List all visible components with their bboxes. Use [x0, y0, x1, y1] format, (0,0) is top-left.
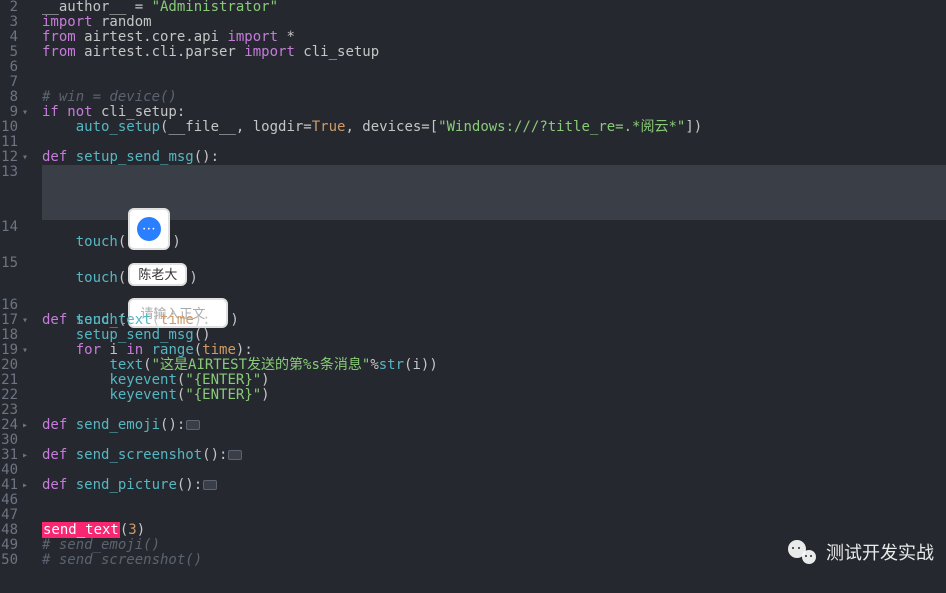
line-num: 8	[0, 90, 18, 105]
code-line[interactable]: __author__ = "Administrator"	[42, 0, 946, 15]
code-line[interactable]: def send_screenshot():	[42, 448, 946, 463]
code-line[interactable]	[42, 135, 946, 150]
code-content[interactable]: __author__ = "Administrator" import rand…	[28, 0, 946, 593]
fold-marker-icon[interactable]: ▾	[22, 150, 28, 165]
line-num: 13	[0, 165, 18, 220]
code-line[interactable]	[42, 493, 946, 508]
fold-marker-icon[interactable]: ▸	[22, 418, 28, 433]
code-line[interactable]: def send_picture():	[42, 478, 946, 493]
watermark: 测试开发实战	[786, 536, 934, 568]
code-line[interactable]: from airtest.core.api import *	[42, 30, 946, 45]
line-num: 6	[0, 60, 18, 75]
code-editor: 2 3 4 5 6 7 8 9▾ 10 11 12▾ 13 14 15 16 1…	[0, 0, 946, 593]
line-num[interactable]: 9▾	[0, 105, 18, 120]
code-line[interactable]: text("这是AIRTEST发送的第%s条消息"%str(i))	[42, 358, 946, 373]
fold-marker-icon[interactable]: ▾	[22, 105, 28, 120]
line-num: 23	[0, 403, 18, 418]
code-line[interactable]: if not cli_setup:	[42, 105, 946, 120]
fold-indicator-icon[interactable]	[228, 450, 242, 460]
code-line[interactable]	[42, 60, 946, 75]
fold-indicator-icon[interactable]	[186, 420, 200, 430]
fold-marker-icon[interactable]: ▸	[22, 478, 28, 493]
code-line[interactable]: def send_text(time):	[42, 313, 946, 328]
code-line[interactable]: for i in range(time):	[42, 343, 946, 358]
line-num[interactable]: 12▾	[0, 150, 18, 165]
line-num: 22	[0, 388, 18, 403]
code-line[interactable]: from airtest.cli.parser import cli_setup	[42, 45, 946, 60]
line-num[interactable]: 19▾	[0, 343, 18, 358]
line-num: 2	[0, 0, 18, 15]
code-line[interactable]	[42, 463, 946, 478]
code-line[interactable]	[42, 75, 946, 90]
code-line[interactable]: touch(陈老大)	[42, 220, 946, 256]
line-num: 7	[0, 75, 18, 90]
code-line[interactable]: keyevent("{ENTER}")	[42, 388, 946, 403]
line-num: 16	[0, 298, 18, 313]
code-line[interactable]	[42, 508, 946, 523]
line-num: 3	[0, 15, 18, 30]
wechat-icon	[786, 536, 818, 568]
code-line[interactable]: setup_send_msg()	[42, 328, 946, 343]
line-num: 48	[0, 523, 18, 538]
line-num: 40	[0, 463, 18, 478]
fold-marker-icon[interactable]: ▸	[22, 448, 28, 463]
code-line[interactable]: # win = device()	[42, 90, 946, 105]
line-num: 50	[0, 553, 18, 568]
line-num: 14	[0, 220, 18, 256]
code-line[interactable]: touch(请输入正文)	[42, 256, 946, 298]
code-line-highlighted[interactable]: touch(•••)	[42, 165, 946, 220]
line-num: 4	[0, 30, 18, 45]
code-line[interactable]: import random	[42, 15, 946, 30]
line-num: 46	[0, 493, 18, 508]
line-num[interactable]: 17▾	[0, 313, 18, 328]
fold-marker-icon[interactable]: ▾	[22, 343, 28, 358]
highlighted-call: send_text	[42, 522, 120, 538]
fold-marker-icon[interactable]: ▾	[22, 313, 28, 328]
line-num: 18	[0, 328, 18, 343]
line-num: 49	[0, 538, 18, 553]
line-num: 47	[0, 508, 18, 523]
line-num[interactable]: 24▸	[0, 418, 18, 433]
line-num: 21	[0, 373, 18, 388]
line-num: 15	[0, 256, 18, 298]
fold-indicator-icon[interactable]	[203, 480, 217, 490]
line-num: 30	[0, 433, 18, 448]
code-line[interactable]: def setup_send_msg():	[42, 150, 946, 165]
line-number-gutter: 2 3 4 5 6 7 8 9▾ 10 11 12▾ 13 14 15 16 1…	[0, 0, 28, 593]
code-line[interactable]: def send_emoji():	[42, 418, 946, 433]
line-num: 11	[0, 135, 18, 150]
line-num[interactable]: 31▸	[0, 448, 18, 463]
code-line[interactable]: keyevent("{ENTER}")	[42, 373, 946, 388]
line-num[interactable]: 41▸	[0, 478, 18, 493]
code-line[interactable]	[42, 403, 946, 418]
code-line[interactable]	[42, 298, 946, 313]
watermark-text: 测试开发实战	[826, 539, 934, 565]
code-line[interactable]: auto_setup(__file__, logdir=True, device…	[42, 120, 946, 135]
line-num: 10	[0, 120, 18, 135]
line-num: 20	[0, 358, 18, 373]
line-num: 5	[0, 45, 18, 60]
code-line[interactable]	[42, 433, 946, 448]
